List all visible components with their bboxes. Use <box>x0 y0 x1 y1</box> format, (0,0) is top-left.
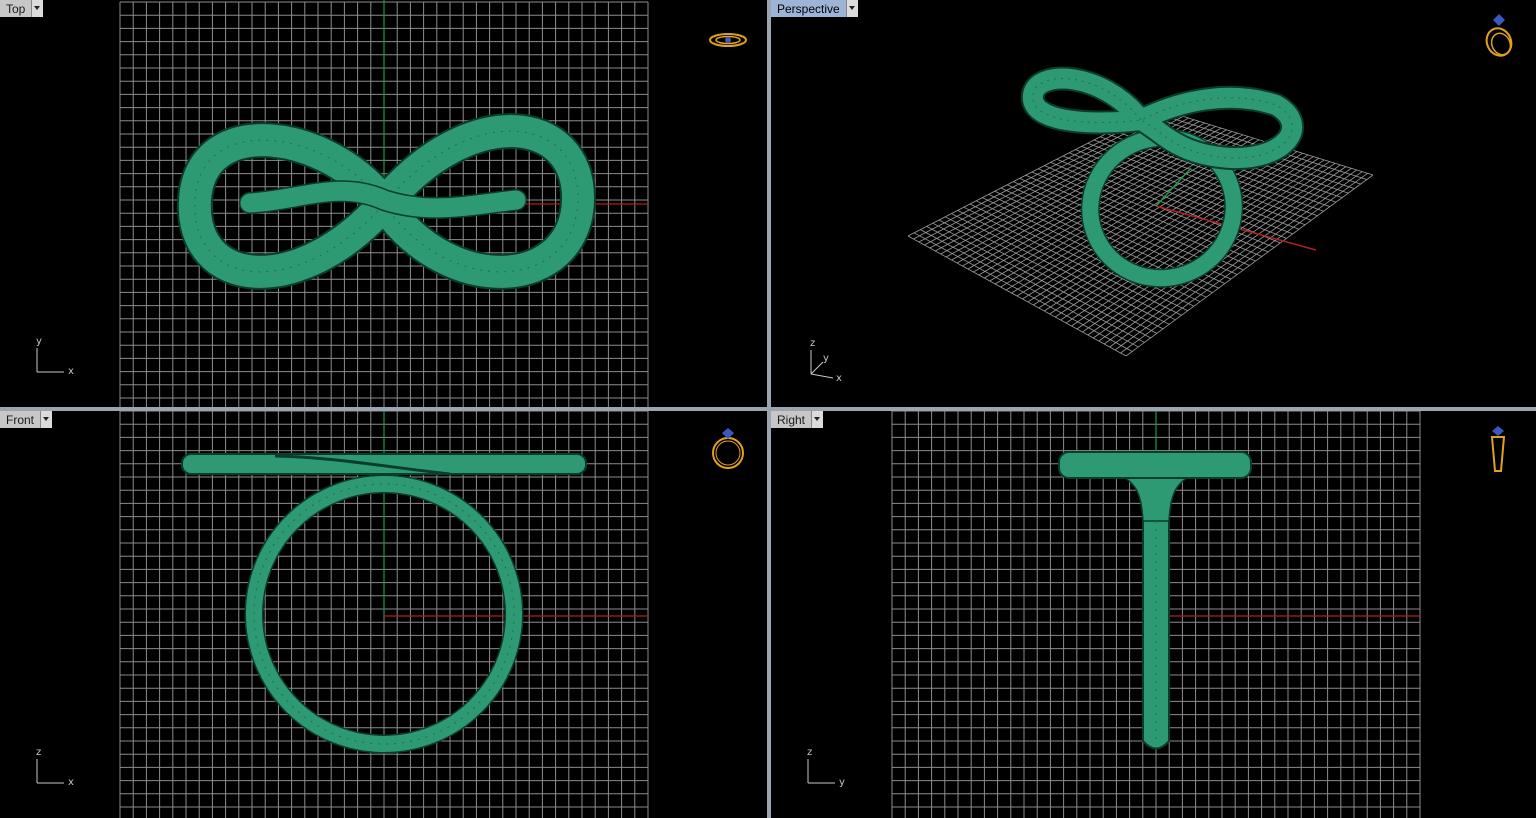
axis-label-y: y <box>839 777 845 788</box>
chevron-down-icon[interactable] <box>31 0 44 17</box>
viewport-canvas[interactable]: y x <box>0 0 767 407</box>
viewport-title[interactable]: Front <box>0 411 41 428</box>
chevron-down-icon[interactable] <box>811 411 824 428</box>
viewport-tab-perspective[interactable]: Perspective <box>771 0 858 17</box>
axis-triad: z y x <box>810 338 842 384</box>
axis-label-x: x <box>68 777 74 788</box>
viewport-canvas[interactable]: z y x <box>771 0 1536 407</box>
axis-label-z: z <box>807 747 812 758</box>
axis-label-x: x <box>68 366 74 377</box>
ring-icon[interactable] <box>709 33 747 47</box>
chevron-down-icon[interactable] <box>40 411 53 428</box>
viewport-canvas[interactable]: z y <box>771 411 1536 818</box>
viewport-tab-top[interactable]: Top <box>0 0 44 17</box>
axis-triad: z y <box>807 747 845 788</box>
chevron-down-icon[interactable] <box>845 0 858 17</box>
viewport-perspective[interactable]: Perspective z y x <box>771 0 1536 407</box>
axis-label-z: z <box>36 747 41 758</box>
ring-icon[interactable] <box>1490 426 1506 472</box>
viewport-title[interactable]: Perspective <box>771 0 846 17</box>
viewport-top[interactable]: Top y x <box>0 0 767 407</box>
viewport-splitter-horizontal[interactable] <box>0 407 1536 411</box>
axis-label-y: y <box>36 336 42 347</box>
viewport-tab-front[interactable]: Front <box>0 411 53 428</box>
viewport-canvas[interactable]: z x <box>0 411 767 818</box>
viewport-right[interactable]: Right z y <box>771 411 1536 818</box>
ring-icon[interactable] <box>1482 14 1516 60</box>
axis-triad: y x <box>36 336 74 377</box>
viewport-tab-right[interactable]: Right <box>771 411 824 428</box>
ring-icon[interactable] <box>712 428 744 469</box>
axis-label-z: z <box>810 338 815 349</box>
axis-triad: z x <box>36 747 74 788</box>
viewport-front[interactable]: Front z x <box>0 411 767 818</box>
viewport-title[interactable]: Right <box>771 411 812 428</box>
viewport-title[interactable]: Top <box>0 0 32 17</box>
axis-label-y: y <box>823 353 829 364</box>
axis-label-x: x <box>836 373 842 384</box>
